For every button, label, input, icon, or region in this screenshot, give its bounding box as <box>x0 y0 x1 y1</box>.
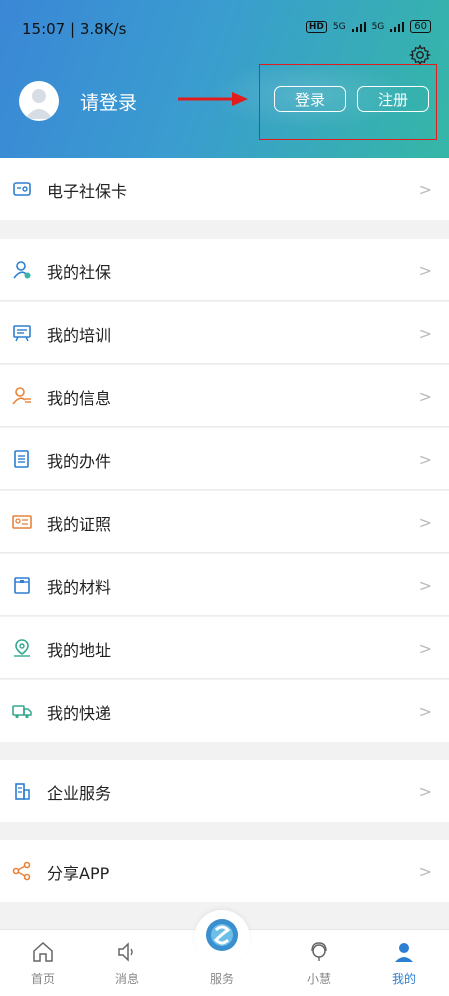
menu-item-label: 电子社保卡 <box>47 182 128 201</box>
social-card-icon <box>13 182 31 196</box>
certificate-icon <box>12 515 32 529</box>
menu-item-share-app[interactable]: 分享APP > <box>0 840 449 902</box>
menu-item-info[interactable]: 我的信息 > <box>0 365 449 427</box>
avatar[interactable] <box>19 81 59 121</box>
bottom-tab-bar: 首页 消息 服务 小慧 我的 <box>0 910 449 996</box>
center-service-button[interactable] <box>194 910 250 966</box>
chevron-right-icon: > <box>418 702 432 721</box>
share-icon <box>12 861 31 881</box>
avatar-person-icon <box>25 89 53 119</box>
chevron-right-icon: > <box>418 261 432 280</box>
red-arrow-annotation <box>178 92 248 106</box>
register-button[interactable]: 注册 <box>357 86 429 112</box>
menu-item-label: 我的培训 <box>47 326 112 345</box>
divider <box>0 489 449 490</box>
menu-item-label: 企业服务 <box>47 784 112 803</box>
battery-icon: 60 <box>410 20 431 33</box>
chevron-right-icon: > <box>418 450 432 469</box>
person-info-icon <box>12 387 31 405</box>
chevron-right-icon: > <box>418 639 432 658</box>
tab-services[interactable]: 服务 <box>192 970 252 987</box>
assistant-icon <box>311 942 327 961</box>
location-icon <box>14 639 30 657</box>
menu-item-social-security[interactable]: 我的社保 > <box>0 239 449 301</box>
status-time: 15:07 | 3.8K/s <box>22 20 127 38</box>
tab-label: 消息 <box>114 972 139 986</box>
person-badge-icon <box>13 261 31 279</box>
divider <box>0 615 449 616</box>
menu-item-cases[interactable]: 我的办件 > <box>0 428 449 490</box>
chevron-right-icon: > <box>418 513 432 532</box>
menu-item-social-card[interactable]: 电子社保卡 > <box>0 158 449 220</box>
menu-item-label: 我的信息 <box>47 389 112 408</box>
divider <box>0 363 449 364</box>
tab-mine[interactable]: 我的 <box>374 940 434 987</box>
menu-item-label: 我的快递 <box>47 704 112 723</box>
profile-header: 15:07 | 3.8K/s HD 5G 5G 60 请登录 登录 注册 <box>0 0 449 158</box>
home-icon <box>33 941 53 962</box>
divider <box>0 426 449 427</box>
divider <box>0 552 449 553</box>
tab-label: 服务 <box>209 972 234 986</box>
tab-label: 首页 <box>30 972 55 986</box>
menu-item-label: 分享APP <box>47 864 110 883</box>
gear-icon[interactable] <box>409 44 431 66</box>
divider <box>0 678 449 679</box>
menu-item-express[interactable]: 我的快递 > <box>0 680 449 742</box>
chevron-right-icon: > <box>418 576 432 595</box>
network-label: 5G <box>332 21 346 32</box>
menu-item-training[interactable]: 我的培训 > <box>0 302 449 364</box>
divider <box>0 300 449 301</box>
delivery-truck-icon <box>12 705 32 719</box>
hd-icon: HD <box>305 20 327 33</box>
building-icon <box>15 783 30 800</box>
chevron-right-icon: > <box>418 782 432 801</box>
menu-item-label: 我的办件 <box>47 452 112 471</box>
menu-item-enterprise[interactable]: 企业服务 > <box>0 760 449 822</box>
menu-item-label: 我的社保 <box>47 263 112 282</box>
menu-item-label: 我的证照 <box>47 515 112 534</box>
tab-messages[interactable]: 消息 <box>97 940 157 987</box>
status-icons: HD 5G 5G 60 <box>305 20 431 33</box>
login-prompt[interactable]: 请登录 <box>80 88 137 115</box>
chevron-right-icon: > <box>418 862 432 881</box>
folder-icon <box>14 577 30 594</box>
login-button[interactable]: 登录 <box>274 86 346 112</box>
menu-item-address[interactable]: 我的地址 > <box>0 617 449 679</box>
menu-item-materials[interactable]: 我的材料 > <box>0 554 449 616</box>
signal-icon-2 <box>390 21 405 32</box>
menu-item-label: 我的地址 <box>47 641 112 660</box>
signal-icon <box>351 21 366 32</box>
tab-home[interactable]: 首页 <box>13 940 73 987</box>
chevron-right-icon: > <box>418 387 432 406</box>
tab-assistant[interactable]: 小慧 <box>289 940 349 987</box>
user-icon <box>395 943 413 962</box>
menu-item-certificates[interactable]: 我的证照 > <box>0 491 449 553</box>
chevron-right-icon: > <box>418 180 432 199</box>
speaker-icon <box>118 942 133 962</box>
tab-label: 小慧 <box>306 972 331 986</box>
network-label-2: 5G <box>371 21 385 32</box>
document-icon <box>14 450 29 468</box>
training-icon <box>13 325 31 342</box>
menu-item-label: 我的材料 <box>47 578 112 597</box>
service-logo-icon <box>206 919 238 951</box>
tab-label: 我的 <box>391 972 416 986</box>
chevron-right-icon: > <box>418 324 432 343</box>
